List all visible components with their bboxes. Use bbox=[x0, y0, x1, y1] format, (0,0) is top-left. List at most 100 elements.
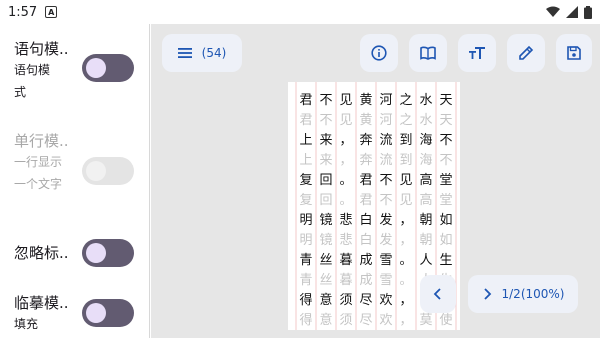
character-cell: 黄 bbox=[359, 112, 373, 128]
character-cell: 朝 bbox=[419, 232, 433, 248]
book-button[interactable] bbox=[409, 34, 447, 72]
book-icon bbox=[420, 46, 436, 60]
chevron-right-icon bbox=[483, 288, 491, 300]
character-cell: 来 bbox=[319, 132, 333, 148]
setting-title: 单行模.. bbox=[14, 132, 69, 150]
trace-row: 君不见黄河之水天 bbox=[296, 108, 456, 128]
character-cell: 回 bbox=[319, 172, 333, 188]
character-cell: 复 bbox=[299, 172, 313, 188]
character-cell: 朝 bbox=[419, 212, 433, 228]
character-cell: 河 bbox=[379, 92, 393, 108]
character-cell: 流 bbox=[379, 152, 393, 168]
character-cell: 如 bbox=[439, 212, 453, 228]
info-icon bbox=[371, 45, 387, 61]
character-cell: 意 bbox=[319, 292, 333, 308]
character-cell: 见 bbox=[399, 192, 413, 208]
character-cell: 青 bbox=[299, 252, 313, 268]
character-cell: 天 bbox=[439, 112, 453, 128]
character-cell: 到 bbox=[399, 132, 413, 148]
character-cell: 明 bbox=[299, 232, 313, 248]
character-cell: 君 bbox=[359, 192, 373, 208]
character-cell: 君 bbox=[299, 92, 313, 108]
toggle-knob bbox=[86, 303, 106, 323]
character-cell: ， bbox=[339, 132, 353, 148]
character-cell: 人 bbox=[419, 252, 433, 268]
character-cell: 流 bbox=[379, 132, 393, 148]
character-cell: 镜 bbox=[319, 212, 333, 228]
character-cell: 须 bbox=[339, 292, 353, 308]
character-cell: 海 bbox=[419, 152, 433, 168]
text-row: 青丝暮成雪。人生 bbox=[296, 248, 456, 268]
status-time: 1:57 bbox=[8, 4, 38, 20]
character-cell: 悲 bbox=[339, 212, 353, 228]
text-row: 君不见黄河之水天 bbox=[296, 88, 456, 108]
setting-subtitle: 一行显示一个文字 bbox=[14, 155, 63, 191]
edit-button[interactable] bbox=[507, 34, 545, 72]
character-cell: 不 bbox=[319, 112, 333, 128]
toggle-knob bbox=[86, 161, 106, 181]
character-cell: 水 bbox=[419, 92, 433, 108]
character-cell: 。 bbox=[399, 252, 413, 268]
trace-row: 复回。君不见高堂 bbox=[296, 188, 456, 208]
character-cell: 白 bbox=[359, 212, 373, 228]
text-row: 复回。君不见高堂 bbox=[296, 168, 456, 188]
character-cell: 河 bbox=[379, 112, 393, 128]
character-cell: 来 bbox=[319, 152, 333, 168]
edit-icon bbox=[519, 45, 534, 60]
toggle-knob bbox=[86, 243, 106, 263]
character-cell: 须 bbox=[339, 312, 353, 328]
character-cell: 高 bbox=[419, 192, 433, 208]
toggle-knob bbox=[86, 58, 106, 78]
save-icon bbox=[567, 46, 581, 60]
character-cell: 堂 bbox=[439, 172, 453, 188]
character-cell: 镜 bbox=[319, 232, 333, 248]
chevron-left-icon bbox=[433, 288, 441, 300]
character-cell: ， bbox=[399, 292, 413, 308]
setting-subtitle: 语句模式 bbox=[14, 63, 51, 99]
text-size-button[interactable] bbox=[458, 34, 496, 72]
trace-mode-toggle[interactable] bbox=[82, 299, 134, 327]
character-cell: 上 bbox=[299, 152, 313, 168]
single-line-mode-toggle[interactable] bbox=[82, 157, 134, 185]
character-cell: 君 bbox=[299, 112, 313, 128]
character-cell: 黄 bbox=[359, 92, 373, 108]
character-cell: 尽 bbox=[359, 292, 373, 308]
character-cell: 雪 bbox=[379, 252, 393, 268]
save-button[interactable] bbox=[556, 34, 592, 72]
menu-button[interactable]: (54) bbox=[162, 34, 242, 72]
character-cell: 水 bbox=[419, 112, 433, 128]
character-cell: 尽 bbox=[359, 312, 373, 328]
character-cell: 上 bbox=[299, 132, 313, 148]
character-cell: 君 bbox=[359, 172, 373, 188]
character-cell: 不 bbox=[379, 172, 393, 188]
character-cell: 见 bbox=[339, 92, 353, 108]
sentence-mode-toggle[interactable] bbox=[82, 54, 134, 82]
character-cell: ， bbox=[399, 232, 413, 248]
menu-count: (54) bbox=[201, 46, 227, 60]
character-cell: 明 bbox=[299, 212, 313, 228]
next-page-button[interactable]: 1/2(100%) bbox=[468, 275, 578, 313]
character-cell: 不 bbox=[439, 132, 453, 148]
character-cell: 丝 bbox=[319, 252, 333, 268]
character-cell: 成 bbox=[359, 252, 373, 268]
ignore-punctuation-toggle[interactable] bbox=[82, 239, 134, 267]
character-cell: 暮 bbox=[339, 252, 353, 268]
character-cell: 回 bbox=[319, 192, 333, 208]
prev-page-button[interactable] bbox=[420, 275, 456, 313]
info-button[interactable] bbox=[360, 34, 398, 72]
character-cell: 暮 bbox=[339, 272, 353, 288]
notification-icon: A bbox=[45, 6, 58, 18]
character-cell: 得 bbox=[299, 292, 313, 308]
character-cell: 发 bbox=[379, 232, 393, 248]
character-cell: 到 bbox=[399, 152, 413, 168]
character-cell: 丝 bbox=[319, 272, 333, 288]
text-size-icon bbox=[469, 47, 485, 59]
character-cell: 海 bbox=[419, 132, 433, 148]
status-bar: 1:57 A bbox=[0, 0, 600, 24]
settings-sidebar: 语句模.. 语句模式 单行模.. 一行显示一个文字 忽略标.. 临摹模.. 填充 bbox=[0, 24, 150, 338]
character-cell: 天 bbox=[439, 92, 453, 108]
character-cell: 奔 bbox=[359, 152, 373, 168]
character-cell: 白 bbox=[359, 232, 373, 248]
character-cell: 复 bbox=[299, 192, 313, 208]
character-cell: 不 bbox=[319, 92, 333, 108]
